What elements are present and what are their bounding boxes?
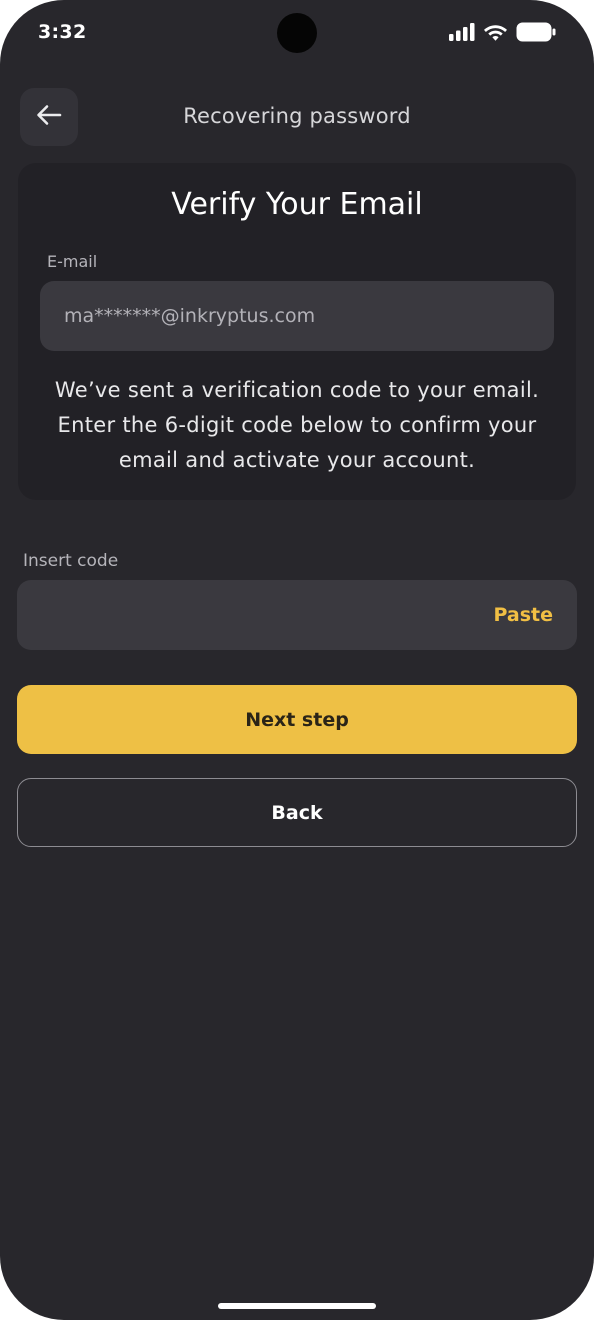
cellular-signal-icon bbox=[449, 23, 475, 41]
status-time: 3:32 bbox=[38, 21, 87, 43]
phone-screen: 3:32 Recovering password Verify Your Ema… bbox=[0, 0, 594, 1320]
battery-icon bbox=[516, 22, 556, 42]
front-camera bbox=[277, 13, 317, 53]
status-icons bbox=[449, 22, 556, 42]
email-label: E-mail bbox=[47, 252, 98, 271]
verify-email-card: Verify Your Email E-mail ma*******@inkry… bbox=[18, 163, 576, 500]
page-title: Recovering password bbox=[183, 104, 411, 128]
back-button[interactable]: Back bbox=[17, 778, 577, 847]
paste-button[interactable]: Paste bbox=[493, 580, 553, 650]
code-input[interactable] bbox=[17, 580, 477, 650]
code-label: Insert code bbox=[23, 551, 119, 571]
email-field: ma*******@inkryptus.com bbox=[40, 281, 554, 351]
home-indicator[interactable] bbox=[218, 1303, 376, 1309]
card-title: Verify Your Email bbox=[171, 187, 423, 222]
code-field: Paste bbox=[17, 580, 577, 650]
next-step-button[interactable]: Next step bbox=[17, 685, 577, 754]
verification-description: We’ve sent a verification code to your e… bbox=[54, 378, 540, 472]
wifi-icon bbox=[483, 23, 508, 41]
